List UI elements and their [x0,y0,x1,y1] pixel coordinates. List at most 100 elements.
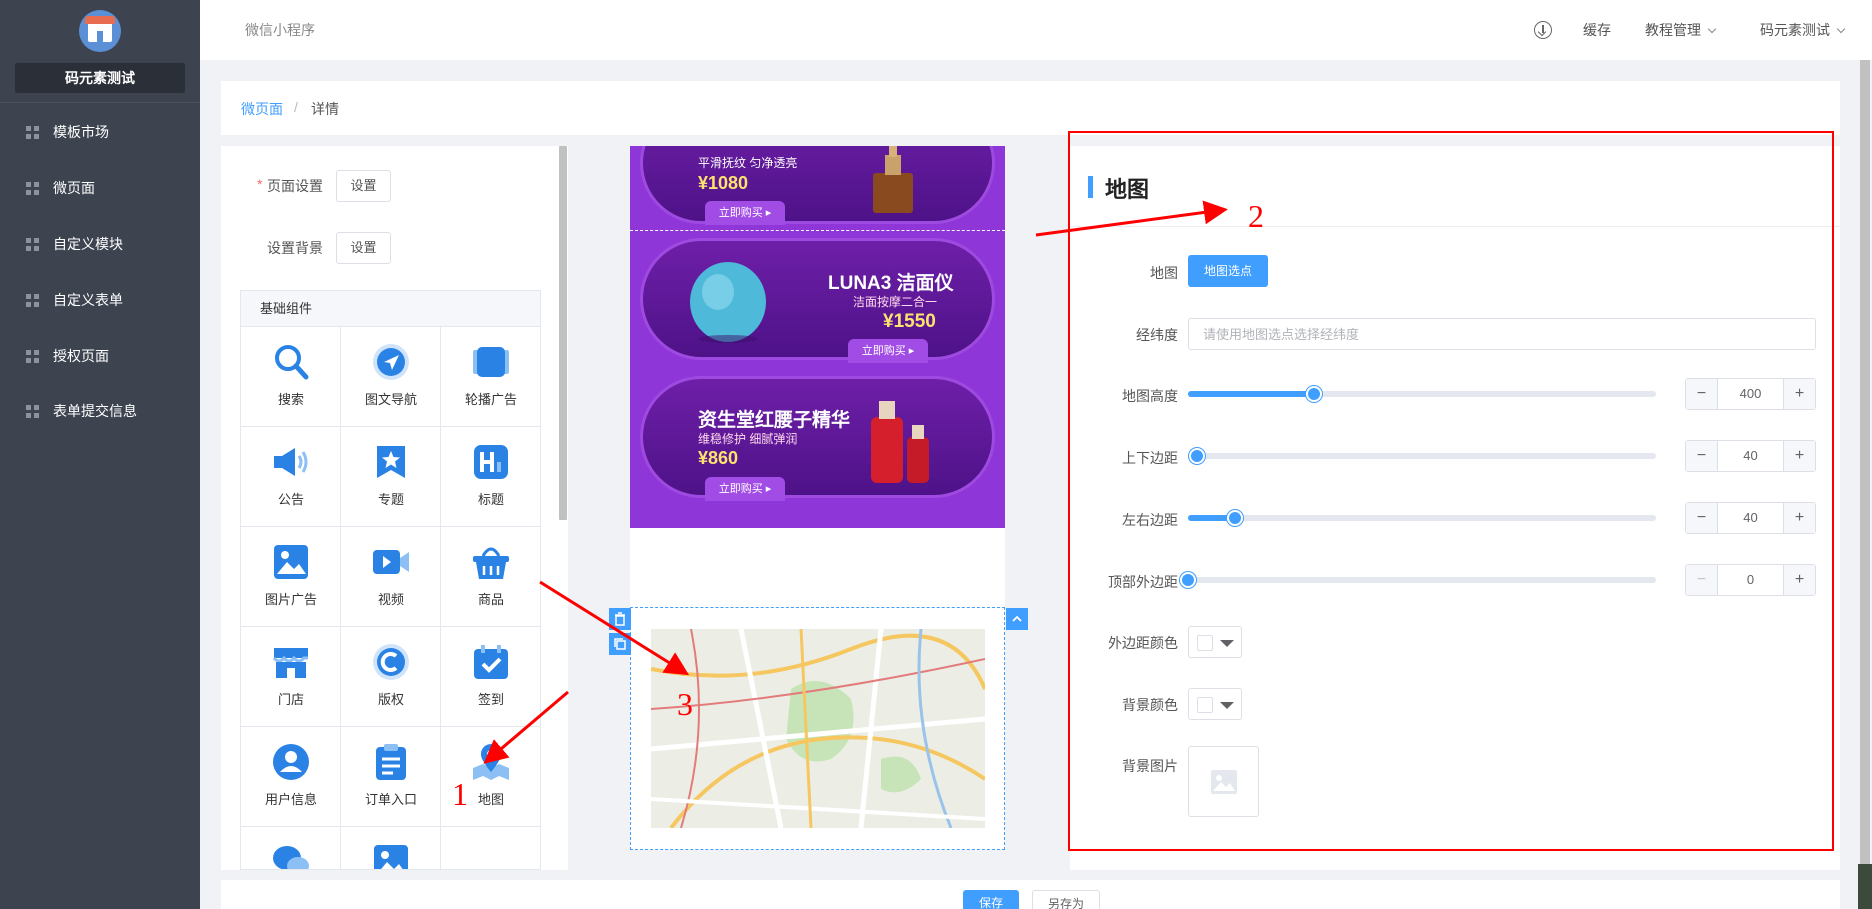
annotation-2: 2 [1248,198,1264,234]
cache-link[interactable]: 缓存 [1583,0,1611,60]
component-goods[interactable]: 商品 [441,527,540,627]
shop-name[interactable]: 码元素测试 [15,63,185,93]
cleansing-device-image [690,262,766,343]
increment-button[interactable]: + [1783,441,1815,471]
slider-handle[interactable] [1306,386,1323,402]
tutorial-menu-label: 教程管理 [1645,22,1701,38]
latlng-input[interactable] [1188,318,1816,350]
bg-image-upload[interactable] [1188,746,1259,817]
sidebar-item-custom-form[interactable]: 自定义表单 [0,280,200,320]
component-video[interactable]: 视频 [341,527,441,627]
slider-handle[interactable] [1226,510,1243,526]
settings-title: 地图 [1105,177,1150,202]
heading-icon [474,445,508,479]
slider-handle[interactable] [1189,448,1206,464]
preview-promo-area[interactable]: 平滑抚纹 匀净透亮 ¥1080 立即购买 ▸ LUNA3 洁面仪 洁面按摩二合一… [630,146,1005,528]
component-carousel[interactable]: 轮播广告 [441,327,540,427]
breadcrumb-current: 详情 [311,101,339,117]
grid-icon [26,350,39,363]
save-button[interactable]: 保存 [963,890,1019,909]
buy-now-button[interactable]: 立即购买 ▸ [705,201,785,225]
serum-bottles-image [871,401,929,483]
component-chat[interactable] [241,827,341,869]
move-up-button[interactable] [1006,608,1028,630]
sidebar-item-template-market[interactable]: 模板市场 [0,112,200,152]
basket-icon [473,547,509,579]
component-nav[interactable]: 图文导航 [341,327,441,427]
sidebar-item-form-submissions[interactable]: 表单提交信息 [0,391,200,431]
sidebar-item-custom-module[interactable]: 自定义模块 [0,224,200,264]
breadcrumb-separator: / [294,99,298,115]
sidebar-item-auth-page[interactable]: 授权页面 [0,336,200,376]
horizontal-margin-slider[interactable] [1188,510,1656,526]
component-notice[interactable]: 公告 [241,427,341,527]
annotation-1: 1 [452,776,468,812]
star-bookmark-icon [377,446,405,478]
page-settings-label: 页面设置 [267,178,323,194]
sidebar-item-label: 表单提交信息 [53,403,137,419]
stepper-value[interactable]: 0 [1718,565,1783,595]
component-search[interactable]: 搜索 [241,327,341,427]
increment-button[interactable]: + [1783,379,1815,409]
stepper-value[interactable]: 40 [1718,441,1783,471]
component-empty [441,827,540,869]
decrement-button[interactable]: − [1686,441,1718,471]
sidebar-item-micro-page[interactable]: 微页面 [0,168,200,208]
component-panel: * 页面设置 设置 设置背景 设置 基础组件 搜索 图文导航 轮播广告 公告 专… [221,146,568,870]
horizontal-margin-stepper: − 40 + [1685,502,1816,534]
promo-card-1[interactable]: 平滑抚纹 匀净透亮 ¥1080 立即购买 ▸ [640,146,995,225]
component-image-ad[interactable]: 图片广告 [241,527,341,627]
slider-handle[interactable] [1180,572,1196,588]
tutorial-menu[interactable]: 教程管理 [1645,0,1717,60]
promo-subtitle: 维稳修护 细腻弹润 [698,432,798,446]
bg-settings-button[interactable]: 设置 [336,232,391,264]
copyright-icon [373,644,409,680]
panel-scrollbar[interactable] [559,146,567,520]
save-as-button[interactable]: 另存为 [1032,890,1100,909]
delete-block-button[interactable] [609,608,631,630]
component-picture[interactable] [341,827,441,869]
component-label: 搜索 [277,392,304,407]
increment-button[interactable]: + [1783,503,1815,533]
user-menu[interactable]: 码元素测试 [1760,0,1846,60]
increment-button[interactable]: + [1783,565,1815,595]
component-store[interactable]: 门店 [241,627,341,727]
top-bar: 微信小程序 缓存 教程管理 码元素测试 [200,0,1872,60]
component-copyright[interactable]: 版权 [341,627,441,727]
promo-card-3[interactable]: 资生堂红腰子精华 维稳修护 细腻弹润 ¥860 立即购买 ▸ [640,376,995,501]
bg-color-label: 背景颜色 [1122,697,1178,713]
map-height-slider[interactable] [1188,386,1656,402]
component-heading[interactable]: 标题 [441,427,540,527]
map-pick-button[interactable]: 地图选点 [1188,255,1268,287]
component-topic[interactable]: 专题 [341,427,441,527]
page-scrollbar[interactable] [1860,60,1870,864]
stepper-value[interactable]: 40 [1718,503,1783,533]
component-checkin[interactable]: 签到 [441,627,540,727]
stepper-value[interactable]: 400 [1718,379,1783,409]
decrement-button[interactable]: − [1686,503,1718,533]
buy-now-button[interactable]: 立即购买 ▸ [848,339,928,363]
sidebar: 码元素测试 模板市场 微页面 自定义模块 自定义表单 授权页面 表单提交信息 [0,0,200,909]
component-user-info[interactable]: 用户信息 [241,727,341,827]
bg-settings-label: 设置背景 [267,240,323,256]
breadcrumb-parent[interactable]: 微页面 [241,99,283,119]
download-icon[interactable] [1534,21,1552,39]
video-icon [373,550,409,574]
shop-logo [79,10,121,52]
city-map-image [651,629,985,828]
vertical-margin-slider[interactable] [1188,448,1656,464]
decrement-button[interactable]: − [1686,565,1718,595]
buy-now-button[interactable]: 立即购买 ▸ [705,477,785,501]
preview-map-block[interactable] [609,607,1028,850]
bg-color-picker[interactable] [1188,688,1242,720]
margin-color-picker[interactable] [1188,626,1242,658]
copy-block-button[interactable] [609,633,631,655]
decrement-button[interactable]: − [1686,379,1718,409]
promo-card-2[interactable]: LUNA3 洁面仪 洁面按摩二合一 ¥1550 立即购买 ▸ [640,238,995,363]
margin-color-label: 外边距颜色 [1108,635,1178,651]
top-margin-slider[interactable] [1180,572,1656,588]
component-order-entry[interactable]: 订单入口 [341,727,441,827]
component-label: 版权 [377,692,404,707]
page-settings-button[interactable]: 设置 [336,170,391,202]
promo-subtitle: 洁面按摩二合一 [853,295,938,309]
